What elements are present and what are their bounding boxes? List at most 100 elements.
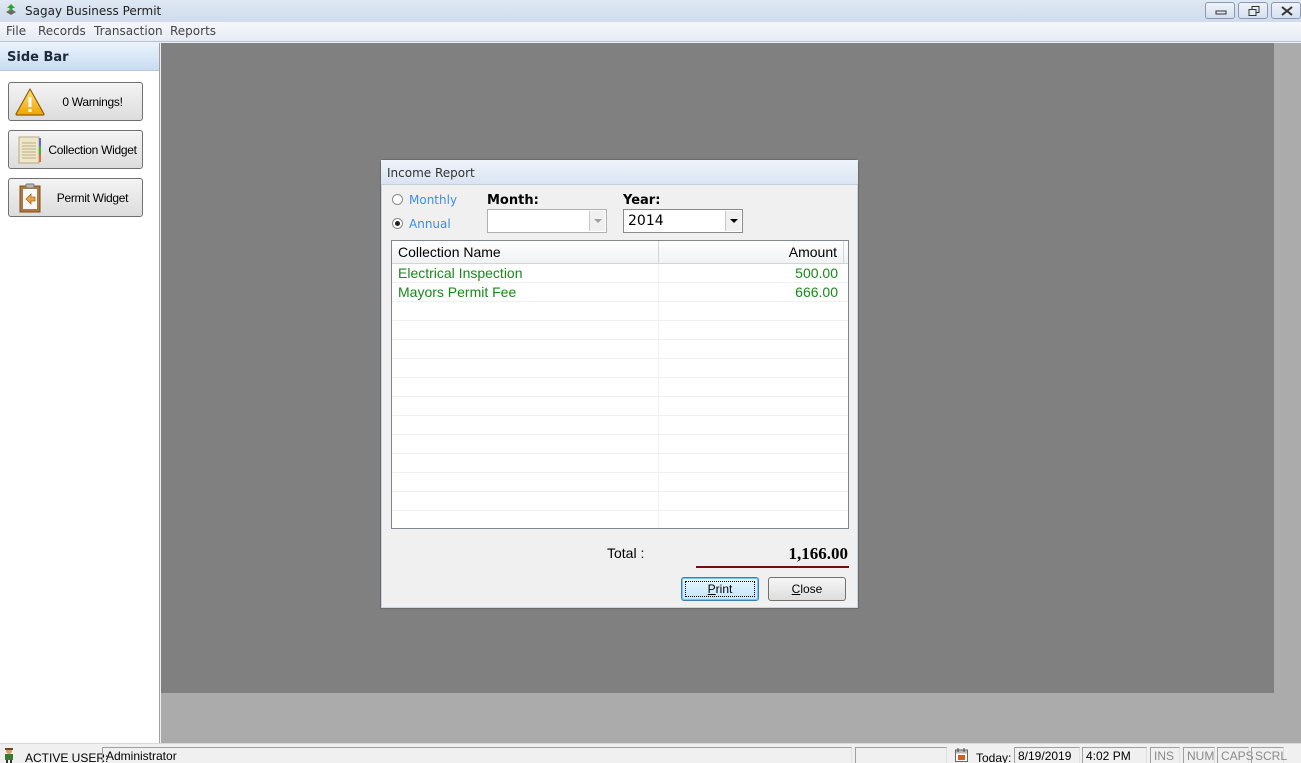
- warnings-button[interactable]: 0 Warnings!: [8, 82, 143, 121]
- collection-name-cell: [392, 473, 659, 492]
- app-icon: [6, 4, 16, 15]
- monthly-radio[interactable]: Monthly: [392, 193, 457, 207]
- income-report-dialog: Income Report Monthly Annual Month: Year…: [380, 159, 859, 609]
- annual-radio-label: Annual: [409, 217, 451, 231]
- minimize-button[interactable]: [1205, 2, 1235, 19]
- sidebar: Side Bar 0 Warnings! Collection Widget P…: [0, 43, 160, 743]
- caps-indicator: CAPS: [1217, 747, 1254, 763]
- menu-records[interactable]: Records: [38, 24, 86, 38]
- collection-name-cell: [392, 321, 659, 340]
- dialog-title: Income Report: [381, 160, 858, 185]
- restore-button[interactable]: [1238, 2, 1268, 19]
- year-value: 2014: [628, 213, 664, 229]
- annual-radio[interactable]: Annual: [392, 217, 451, 231]
- sidebar-header: Side Bar: [0, 43, 159, 71]
- amount-cell: [659, 492, 848, 511]
- total-value: 1,166.00: [788, 544, 849, 563]
- empty-table-row[interactable]: [392, 473, 848, 492]
- amount-cell: [659, 511, 848, 528]
- collection-name-cell: [392, 378, 659, 397]
- radio-checked-icon: [392, 218, 403, 229]
- menu-transaction[interactable]: Transaction: [94, 24, 163, 38]
- close-button[interactable]: Close: [768, 577, 846, 601]
- window-title: Sagay Business Permit: [25, 4, 162, 18]
- collection-name-cell: [392, 454, 659, 473]
- empty-table-row[interactable]: [392, 435, 848, 454]
- collection-name-cell: Mayors Permit Fee: [392, 283, 659, 302]
- collection-name-cell: [392, 397, 659, 416]
- focus-rect: [685, 581, 755, 597]
- chevron-down-icon: [589, 211, 605, 231]
- amount-cell: [659, 473, 848, 492]
- amount-cell: [659, 302, 848, 321]
- total-label: Total :: [607, 545, 645, 561]
- amount-cell: [659, 340, 848, 359]
- user-icon: [5, 748, 13, 763]
- amount-cell: 666.00: [795, 284, 838, 300]
- chevron-down-icon: [725, 211, 741, 231]
- warnings-label: 0 Warnings!: [62, 95, 123, 109]
- scrl-indicator: SCRL: [1251, 747, 1287, 763]
- warning-icon: [15, 88, 45, 116]
- print-button[interactable]: Print: [681, 577, 759, 601]
- empty-table-row[interactable]: [392, 454, 848, 473]
- close-icon: [1281, 6, 1293, 16]
- empty-table-row[interactable]: [392, 359, 848, 378]
- close-label: lose: [800, 582, 823, 596]
- permit-widget-button[interactable]: Permit Widget: [8, 178, 143, 217]
- empty-table-row[interactable]: [392, 511, 848, 528]
- table-row[interactable]: Mayors Permit Fee 666.00: [392, 283, 848, 302]
- column-collection-name[interactable]: Collection Name: [392, 241, 659, 263]
- ins-indicator: INS: [1150, 747, 1180, 763]
- today-label: Today:: [976, 751, 1012, 763]
- empty-table-row[interactable]: [392, 397, 848, 416]
- active-user-label: ACTIVE USER:: [25, 751, 109, 763]
- column-amount[interactable]: Amount: [659, 241, 844, 263]
- table-header: Collection Name Amount: [392, 241, 848, 264]
- collection-name-cell: [392, 435, 659, 454]
- collection-name-cell: [392, 302, 659, 321]
- amount-cell: [659, 416, 848, 435]
- amount-cell: [659, 321, 848, 340]
- menu-reports[interactable]: Reports: [170, 24, 216, 38]
- empty-table-row[interactable]: [392, 492, 848, 511]
- active-user-value: Administrator: [102, 747, 852, 763]
- year-select[interactable]: 2014: [623, 209, 743, 233]
- amount-cell: [659, 435, 848, 454]
- title-bar: Sagay Business Permit: [0, 0, 1301, 22]
- num-indicator: NUM: [1183, 747, 1215, 763]
- amount-cell: 500.00: [795, 265, 838, 281]
- radio-unchecked-icon: [392, 194, 403, 205]
- notebook-icon: [18, 136, 41, 164]
- status-pane-empty: [855, 747, 947, 763]
- collection-name-cell: [392, 511, 659, 528]
- amount-cell: [659, 454, 848, 473]
- empty-table-row[interactable]: [392, 340, 848, 359]
- year-label: Year:: [623, 193, 661, 208]
- date-value: 8/19/2019: [1014, 747, 1080, 763]
- empty-table-row[interactable]: [392, 416, 848, 435]
- empty-table-row[interactable]: [392, 321, 848, 340]
- amount-cell: [659, 397, 848, 416]
- close-window-button[interactable]: [1271, 2, 1301, 19]
- collection-name-cell: Electrical Inspection: [392, 264, 659, 283]
- time-value: 4:02 PM: [1082, 747, 1147, 763]
- collection-name-cell: [392, 340, 659, 359]
- status-bar: ACTIVE USER: Administrator Today: 8/19/2…: [0, 743, 1301, 763]
- table-row[interactable]: Electrical Inspection 500.00: [392, 264, 848, 283]
- month-label: Month:: [487, 193, 539, 208]
- collection-table[interactable]: Collection Name Amount Electrical Inspec…: [391, 240, 849, 529]
- empty-table-row[interactable]: [392, 378, 848, 397]
- collection-name-cell: [392, 416, 659, 435]
- calendar-icon: [955, 748, 968, 762]
- month-select[interactable]: [487, 209, 607, 233]
- collection-name-cell: [392, 359, 659, 378]
- clipboard-icon: [19, 183, 41, 213]
- menu-file[interactable]: File: [6, 24, 26, 38]
- amount-cell: [659, 378, 848, 397]
- monthly-radio-label: Monthly: [409, 193, 458, 207]
- empty-table-row[interactable]: [392, 302, 848, 321]
- collection-widget-button[interactable]: Collection Widget: [8, 130, 143, 169]
- collection-name-cell: [392, 492, 659, 511]
- minimize-icon: [1215, 10, 1227, 15]
